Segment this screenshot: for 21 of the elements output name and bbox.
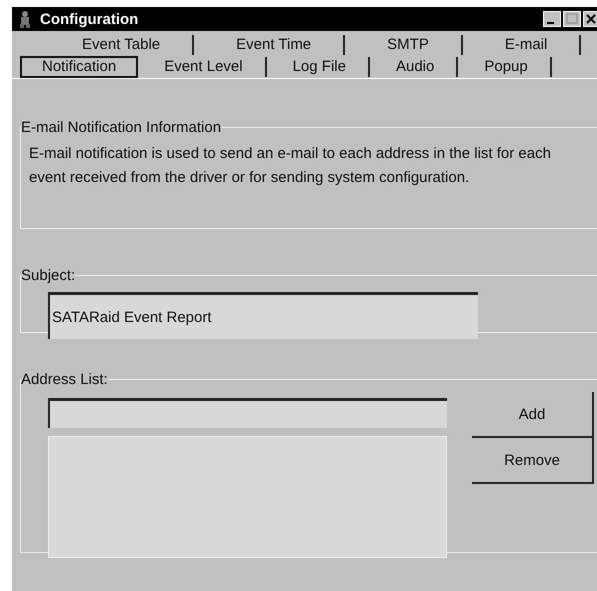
- tab[interactable]: Event Table: [40, 35, 194, 55]
- tab[interactable]: Event Time: [194, 35, 346, 55]
- tab[interactable]: SMTP: [345, 35, 463, 55]
- tab[interactable]: Notification: [20, 56, 138, 78]
- close-icon[interactable]: [583, 11, 597, 27]
- subject-field[interactable]: SATARaid Event Report: [48, 292, 478, 339]
- window-title: Configuration: [40, 10, 140, 28]
- minimize-icon[interactable]: [543, 11, 561, 27]
- figure-icon: [18, 10, 32, 28]
- group-title: E-mail Notification Information: [21, 119, 222, 136]
- info-text: E-mail notification is used to send an e-mail to each address in the list for each event received from the driver or for sending system configuration.: [29, 144, 552, 188]
- group-title: Address List:: [21, 371, 108, 388]
- tab[interactable]: Popup: [458, 57, 552, 77]
- list-button[interactable]: Remove: [472, 438, 594, 484]
- list-button[interactable]: Add: [472, 392, 594, 438]
- tab[interactable]: E-mail: [462, 35, 582, 55]
- tab[interactable]: Log File: [266, 57, 370, 77]
- tab[interactable]: Event Level: [138, 57, 267, 77]
- group-title: Subject:: [21, 267, 76, 284]
- tab[interactable]: Audio: [370, 57, 458, 77]
- address-field[interactable]: [48, 398, 447, 428]
